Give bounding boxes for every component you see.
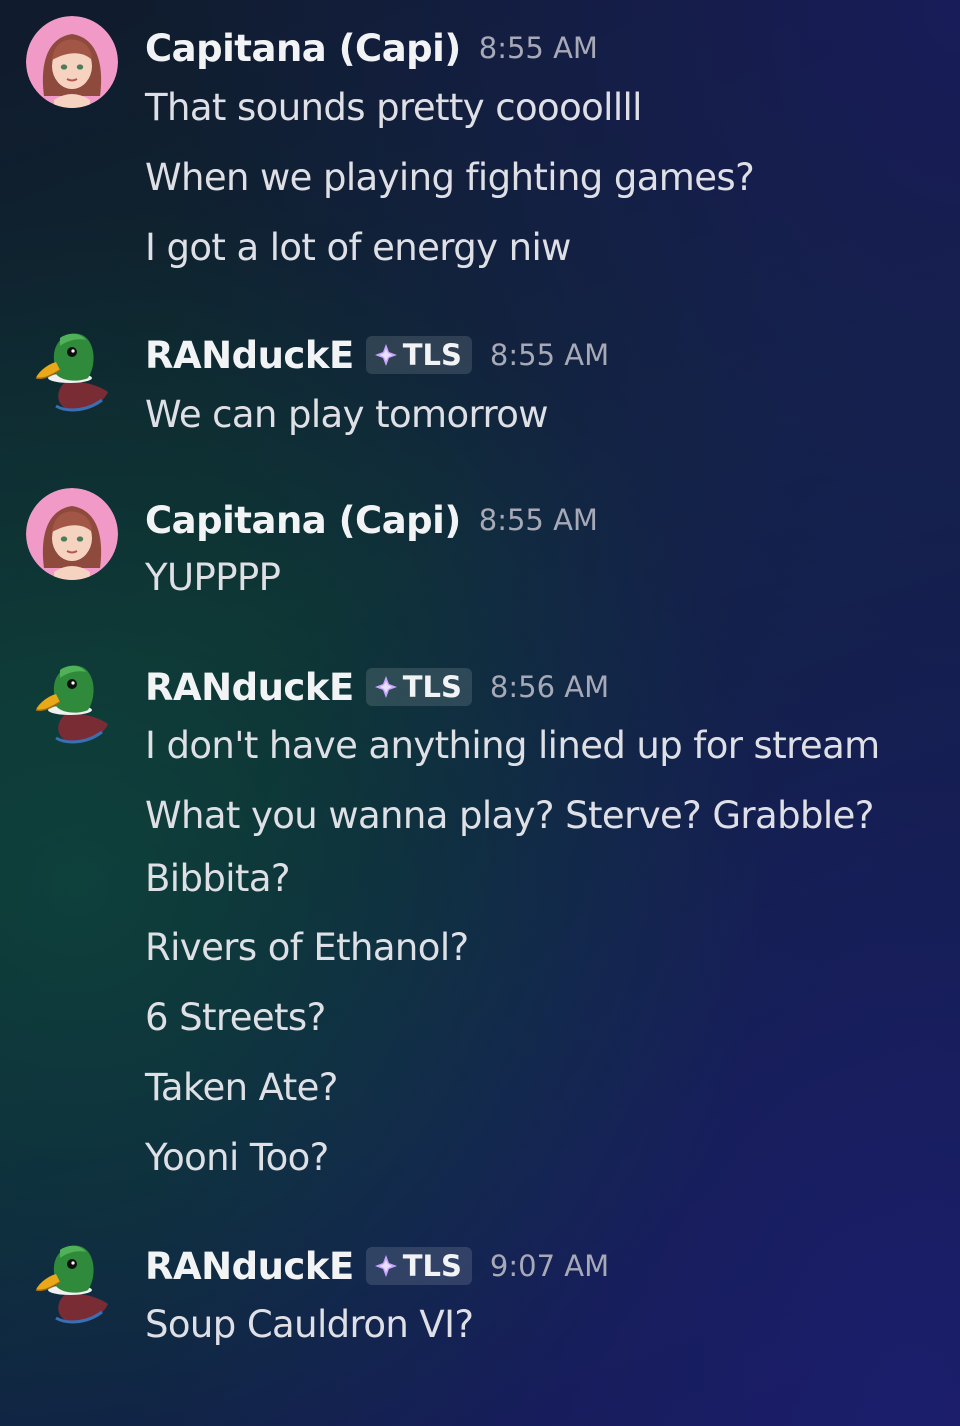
server-tag-badge[interactable]: TLS: [365, 1247, 472, 1285]
message-text: 6 Streets?: [145, 996, 326, 1039]
message-header: RANduckE TLS 9:07 AM: [145, 1238, 609, 1294]
message-timestamp: 8:55 AM: [478, 503, 598, 537]
author-name[interactable]: RANduckE: [145, 1245, 354, 1288]
message-text: YUPPPP: [145, 556, 281, 599]
message-header: RANduckE TLS 8:55 AM: [145, 327, 609, 383]
server-tag-label: TLS: [402, 338, 462, 372]
server-tag-label: TLS: [402, 670, 462, 704]
server-tag-badge[interactable]: TLS: [365, 668, 472, 706]
author-name[interactable]: RANduckE: [145, 666, 354, 709]
message-header: Capitana (Capi) 8:55 AM: [145, 20, 598, 76]
message-text: That sounds pretty coooollll: [145, 86, 642, 129]
message-timestamp: 8:55 AM: [478, 31, 598, 65]
server-tag-label: TLS: [402, 1249, 462, 1283]
message-group: RANduckE TLS 8:56 AM I don't have anythi…: [0, 632, 960, 1192]
sparkle-diamond-icon: [374, 344, 397, 366]
message-text: Rivers of Ethanol?: [145, 926, 469, 969]
duck-avatar-icon[interactable]: [26, 654, 118, 746]
message-header: Capitana (Capi) 8:55 AM: [145, 492, 598, 548]
message-timestamp: 8:55 AM: [489, 338, 610, 372]
message-group: Capitana (Capi) 8:55 AM YUPPPP: [0, 470, 960, 620]
message-text: Bibbita?: [145, 857, 291, 900]
author-name[interactable]: Capitana (Capi): [145, 499, 461, 542]
message-group: RANduckE TLS 9:07 AM Soup Cauldron VI?: [0, 1212, 960, 1372]
chat-message-list: Capitana (Capi) 8:55 AM That sounds pret…: [0, 0, 960, 1426]
duck-avatar-icon[interactable]: [26, 322, 118, 414]
sparkle-diamond-icon: [374, 1255, 397, 1277]
message-timestamp: 9:07 AM: [489, 1249, 610, 1283]
message-text: I don't have anything lined up for strea…: [145, 724, 880, 767]
message-text: I got a lot of energy niw: [145, 226, 571, 269]
message-text: When we playing fighting games?: [145, 156, 755, 199]
sparkle-diamond-icon: [374, 676, 397, 698]
message-text: Taken Ate?: [145, 1066, 338, 1109]
author-name[interactable]: Capitana (Capi): [145, 27, 461, 70]
message-text: We can play tomorrow: [145, 393, 549, 436]
message-text: Yooni Too?: [145, 1136, 329, 1179]
message-group: Capitana (Capi) 8:55 AM That sounds pret…: [0, 0, 960, 290]
message-text: What you wanna play? Sterve? Grabble?: [145, 794, 874, 837]
duck-avatar-icon[interactable]: [26, 1234, 118, 1326]
capi-avatar-icon[interactable]: [26, 488, 118, 580]
message-timestamp: 8:56 AM: [489, 670, 610, 704]
server-tag-badge[interactable]: TLS: [365, 336, 472, 374]
message-text: Soup Cauldron VI?: [145, 1303, 474, 1346]
message-header: RANduckE TLS 8:56 AM: [145, 659, 609, 715]
capi-avatar-icon[interactable]: [26, 16, 118, 108]
author-name[interactable]: RANduckE: [145, 334, 354, 377]
message-group: RANduckE TLS 8:55 AM We can play tomorro…: [0, 300, 960, 460]
